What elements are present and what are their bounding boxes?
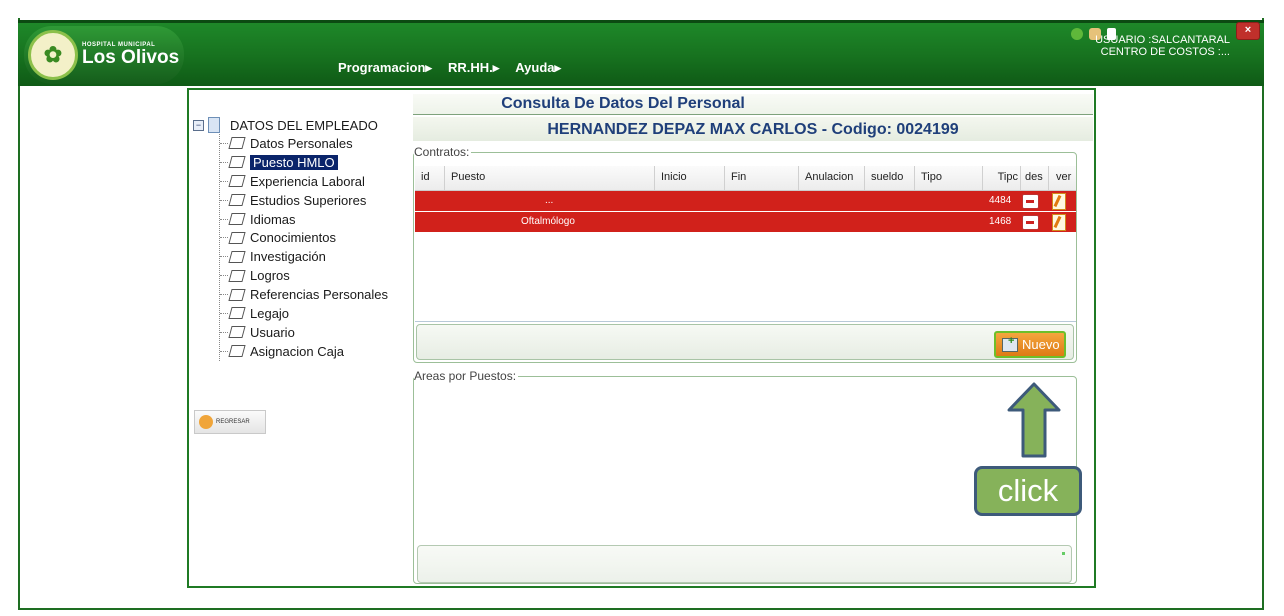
tree-item-puesto-hmlo[interactable]: Puesto HMLO	[220, 153, 408, 172]
panel-title-bar: Consulta De Datos Del Personal	[413, 94, 1093, 115]
col-sueldo[interactable]: sueldo	[865, 166, 915, 190]
tree-root[interactable]: − DATOS DEL EMPLEADO	[193, 116, 408, 134]
back-arrow-icon	[199, 415, 213, 429]
col-tipc[interactable]: Tipc	[983, 166, 1021, 190]
edit-icon[interactable]	[1052, 193, 1066, 210]
user-label: USUARIO :SALCANTARAL	[1095, 34, 1230, 46]
user-info: USUARIO :SALCANTARAL CENTRO DE COSTOS :.…	[1095, 34, 1230, 58]
contracts-grid-header: id Puesto Inicio Fin Anulacion sueldo Ti…	[415, 166, 1076, 191]
close-button[interactable]: ×	[1236, 22, 1260, 40]
table-row[interactable]: ... 4484	[415, 191, 1076, 211]
col-fin[interactable]: Fin	[725, 166, 799, 190]
tree-item-investigacion[interactable]: Investigación	[220, 247, 408, 266]
form-icon	[228, 288, 246, 301]
main-menu: Programacion▸ RR.HH.▸ Ayuda▸	[338, 60, 561, 76]
logo-title: Los Olivos	[82, 47, 180, 68]
regresar-label: REGRESAR	[216, 419, 250, 425]
cell-tipc: 4484	[989, 195, 1012, 206]
contracts-grid-body	[415, 231, 1076, 322]
form-icon	[228, 213, 246, 225]
tree-item-usuario[interactable]: Usuario	[220, 323, 408, 342]
tree-item-asignacion-caja[interactable]: Asignacion Caja	[220, 342, 408, 361]
form-icon	[228, 175, 246, 188]
cost-center-label: CENTRO DE COSTOS :...	[1100, 46, 1230, 58]
tree-item-idiomas[interactable]: Idiomas	[220, 210, 408, 229]
tree-item-conocimientos[interactable]: Conocimientos	[220, 228, 408, 247]
tree-item-logros[interactable]: Logros	[220, 266, 408, 285]
areas-panel	[417, 545, 1072, 583]
col-puesto[interactable]: Puesto	[445, 166, 655, 190]
col-anulacion[interactable]: Anulacion	[799, 166, 865, 190]
up-arrow-icon	[1007, 382, 1061, 458]
tree-item-datos-personales[interactable]: Datos Personales	[220, 134, 408, 153]
header-top-line	[18, 20, 1264, 23]
form-icon	[228, 307, 246, 320]
tree-item-experiencia-laboral[interactable]: Experiencia Laboral	[220, 172, 408, 191]
employee-bar: HERNANDEZ DEPAZ MAX CARLOS - Codigo: 002…	[413, 117, 1093, 141]
logo-text: HOSPITAL MUNICIPAL Los Olivos	[82, 42, 179, 68]
tree-root-label: DATOS DEL EMPLEADO	[230, 117, 378, 133]
contracts-toolbar	[416, 324, 1074, 360]
menu-ayuda[interactable]: Ayuda▸	[515, 60, 561, 76]
document-icon	[208, 117, 220, 133]
form-icon	[228, 194, 246, 207]
col-des[interactable]: des	[1021, 166, 1049, 190]
app-header: ✿ HOSPITAL MUNICIPAL Los Olivos Programa…	[18, 20, 1264, 86]
edit-icon[interactable]	[1052, 214, 1066, 231]
pdf-icon[interactable]	[1022, 194, 1039, 209]
form-icon	[228, 326, 246, 339]
col-tipo[interactable]: Tipo	[915, 166, 983, 190]
menu-programacion[interactable]: Programacion▸	[338, 60, 432, 76]
pdf-icon[interactable]	[1022, 215, 1039, 230]
nuevo-label: Nuevo	[1022, 337, 1060, 352]
add-icon	[1002, 335, 1018, 352]
regresar-button[interactable]: REGRESAR	[194, 410, 266, 434]
cell-puesto: Oftalmólogo	[521, 216, 575, 227]
collapse-icon[interactable]: −	[193, 119, 204, 131]
employee-name: HERNANDEZ DEPAZ MAX CARLOS - Codigo: 002…	[547, 121, 959, 138]
form-icon	[228, 156, 246, 169]
cell-tipc: 1468	[989, 216, 1012, 227]
form-icon	[228, 250, 246, 263]
tree-item-estudios-superiores[interactable]: Estudios Superiores	[220, 191, 408, 210]
form-icon	[228, 137, 246, 150]
col-inicio[interactable]: Inicio	[655, 166, 725, 190]
page-title: Consulta De Datos Del Personal	[501, 95, 745, 112]
click-annotation: click	[974, 466, 1082, 516]
col-id[interactable]: id	[415, 166, 445, 190]
tree-item-legajo[interactable]: Legajo	[220, 304, 408, 323]
form-icon	[228, 231, 246, 244]
employee-tree: − DATOS DEL EMPLEADO Datos Personales Pu…	[193, 116, 408, 361]
contracts-legend: Contratos:	[414, 145, 472, 159]
hospital-logo: ✿ HOSPITAL MUNICIPAL Los Olivos	[24, 26, 184, 84]
menu-rrhh[interactable]: RR.HH.▸	[448, 60, 499, 76]
tree-item-referencias-personales[interactable]: Referencias Personales	[220, 285, 408, 304]
nuevo-button[interactable]: Nuevo	[994, 331, 1066, 358]
areas-legend: Areas por Puestos:	[414, 369, 519, 383]
col-ver[interactable]: ver	[1049, 166, 1076, 190]
tree-children: Datos Personales Puesto HMLO Experiencia…	[219, 134, 408, 361]
logo-emblem-icon: ✿	[28, 30, 78, 80]
table-row[interactable]: Oftalmólogo 1468	[415, 212, 1076, 232]
form-icon	[228, 269, 246, 282]
cell-puesto: ...	[545, 195, 554, 206]
globe-icon[interactable]	[1071, 28, 1083, 40]
form-icon	[228, 345, 246, 358]
